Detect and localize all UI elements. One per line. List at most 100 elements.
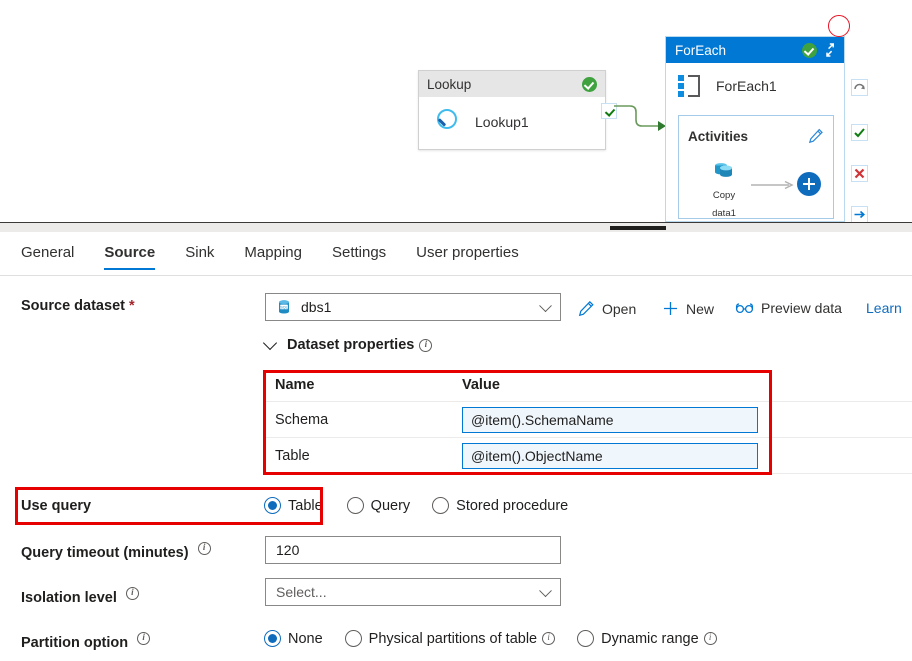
arrow-right-icon bbox=[751, 180, 794, 190]
activity-card-lookup[interactable]: Lookup Lookup1 bbox=[418, 70, 606, 150]
column-header-name: Name bbox=[275, 376, 315, 393]
tab-general[interactable]: General bbox=[21, 238, 74, 270]
sql-database-icon: SQL bbox=[276, 299, 292, 315]
foreach-icon bbox=[678, 75, 702, 97]
plus-icon bbox=[662, 300, 679, 317]
query-timeout-input[interactable]: 120 bbox=[265, 536, 561, 564]
activity-header-foreach: ForEach bbox=[666, 37, 844, 63]
radio-label: None bbox=[288, 630, 323, 647]
svg-text:SQL: SQL bbox=[280, 305, 287, 309]
radio-partition-dynamic-range[interactable]: Dynamic range bbox=[577, 630, 717, 647]
use-query-label: Use query bbox=[21, 498, 92, 514]
magnifier-icon bbox=[435, 109, 461, 135]
column-header-value: Value bbox=[462, 376, 500, 393]
radio-use-query-table[interactable]: Table bbox=[264, 497, 323, 514]
info-icon[interactable] bbox=[703, 631, 717, 645]
chevron-down-icon bbox=[539, 584, 552, 598]
radio-dot bbox=[346, 497, 364, 514]
radio-dot bbox=[344, 630, 362, 647]
red-circle-annotation bbox=[828, 15, 850, 37]
partition-option-label: Partition option bbox=[21, 631, 151, 651]
property-value-table-input[interactable]: @item().ObjectName bbox=[462, 442, 758, 469]
child-activity-copy-data1[interactable]: Copy data1 bbox=[701, 160, 747, 219]
new-dataset-button[interactable]: New bbox=[662, 300, 714, 317]
tab-source[interactable]: Source bbox=[104, 238, 155, 270]
green-check-icon bbox=[802, 42, 817, 58]
skipped-arrow-icon[interactable] bbox=[851, 206, 868, 222]
activity-properties-panel: General Source Sink Mapping Settings Use… bbox=[0, 232, 912, 661]
activity-header-lookup: Lookup bbox=[419, 71, 605, 97]
isolation-level-label: Isolation level bbox=[21, 586, 139, 606]
activity-type-label: Lookup bbox=[427, 76, 472, 92]
info-icon[interactable] bbox=[419, 338, 433, 352]
activities-section-label: Activities bbox=[688, 129, 749, 144]
copy-data-icon bbox=[712, 163, 736, 184]
property-name-schema: Schema bbox=[275, 411, 329, 428]
dataset-properties-table: Name Value Schema @item().SchemaName Tab… bbox=[266, 368, 912, 474]
new-dataset-label: New bbox=[686, 300, 715, 317]
table-row: Schema @item().SchemaName bbox=[266, 402, 912, 438]
chevron-down-icon bbox=[262, 335, 278, 351]
drag-handle-icon[interactable] bbox=[610, 226, 666, 230]
isolation-level-value: Select... bbox=[276, 584, 327, 600]
required-marker: * bbox=[129, 298, 135, 314]
isolation-level-select[interactable]: Select... bbox=[265, 578, 561, 606]
radio-use-query-stored-procedure[interactable]: Stored procedure bbox=[432, 497, 568, 514]
source-dataset-label: Source dataset * bbox=[21, 298, 135, 314]
radio-label: Stored procedure bbox=[456, 497, 569, 514]
tab-settings[interactable]: Settings bbox=[332, 238, 386, 270]
green-check-icon bbox=[582, 76, 597, 92]
radio-use-query-query[interactable]: Query bbox=[346, 497, 411, 514]
open-dataset-button[interactable]: Open bbox=[578, 300, 636, 317]
partition-option-radio-group: None Physical partitions of table Dynami… bbox=[264, 630, 717, 647]
tab-mapping[interactable]: Mapping bbox=[244, 238, 302, 270]
query-timeout-label: Query timeout (minutes) bbox=[21, 541, 211, 561]
table-header-row: Name Value bbox=[266, 368, 912, 402]
tab-sink[interactable]: Sink bbox=[185, 238, 214, 270]
child-activity-label: Copy data1 bbox=[712, 190, 736, 219]
failure-x-icon[interactable] bbox=[851, 165, 868, 182]
activity-name-label: ForEach1 bbox=[716, 78, 777, 94]
activity-body-lookup: Lookup1 bbox=[419, 97, 605, 147]
radio-dot bbox=[577, 630, 595, 647]
pencil-icon bbox=[578, 300, 595, 317]
pencil-icon[interactable] bbox=[808, 128, 824, 144]
expand-collapse-icon[interactable] bbox=[822, 42, 838, 58]
foreach-activities-container[interactable]: Activities Copy data1 bbox=[678, 115, 834, 219]
use-query-radio-group: Table Query Stored procedure bbox=[264, 497, 568, 514]
radio-dot bbox=[264, 497, 281, 514]
pipeline-canvas[interactable]: Lookup Lookup1 ForEach ForEach1 Activiti… bbox=[0, 0, 912, 222]
dataset-properties-toggle[interactable]: Dataset properties bbox=[262, 335, 433, 353]
info-icon[interactable] bbox=[197, 541, 211, 555]
rerun-icon[interactable] bbox=[851, 79, 868, 96]
success-check-icon[interactable] bbox=[851, 124, 868, 141]
table-row: Table @item().ObjectName bbox=[266, 438, 912, 474]
tab-user-properties[interactable]: User properties bbox=[416, 238, 519, 270]
activity-body-foreach: ForEach1 bbox=[666, 63, 844, 109]
preview-data-label: Preview data bbox=[761, 300, 842, 316]
learn-more-link[interactable]: Learn bbox=[866, 300, 902, 316]
dataset-properties-heading: Dataset properties bbox=[287, 337, 415, 353]
radio-dot bbox=[264, 630, 281, 647]
info-icon[interactable] bbox=[125, 586, 139, 600]
info-icon[interactable] bbox=[137, 631, 151, 645]
radio-dot bbox=[432, 497, 450, 514]
source-dataset-value: dbs1 bbox=[301, 299, 332, 315]
radio-label: Query bbox=[370, 497, 411, 514]
radio-label: Physical partitions of table bbox=[368, 630, 538, 647]
radio-partition-none[interactable]: None bbox=[264, 630, 323, 647]
preview-data-button[interactable]: Preview data bbox=[735, 300, 842, 316]
activity-name-label: Lookup1 bbox=[475, 114, 529, 130]
radio-label: Dynamic range bbox=[601, 630, 699, 647]
glasses-icon bbox=[735, 301, 754, 315]
property-value-schema-input[interactable]: @item().SchemaName bbox=[462, 406, 758, 433]
activity-card-foreach[interactable]: ForEach ForEach1 Activities Copy data1 bbox=[665, 36, 845, 222]
plus-circle-icon[interactable] bbox=[797, 172, 821, 196]
source-dataset-select[interactable]: SQL dbs1 bbox=[265, 293, 561, 321]
info-icon[interactable] bbox=[542, 631, 556, 645]
radio-label: Table bbox=[288, 497, 323, 514]
activity-type-label: ForEach bbox=[675, 42, 727, 58]
open-dataset-label: Open bbox=[602, 300, 637, 317]
radio-partition-physical[interactable]: Physical partitions of table bbox=[344, 630, 556, 647]
panel-tab-bar: General Source Sink Mapping Settings Use… bbox=[0, 238, 912, 276]
